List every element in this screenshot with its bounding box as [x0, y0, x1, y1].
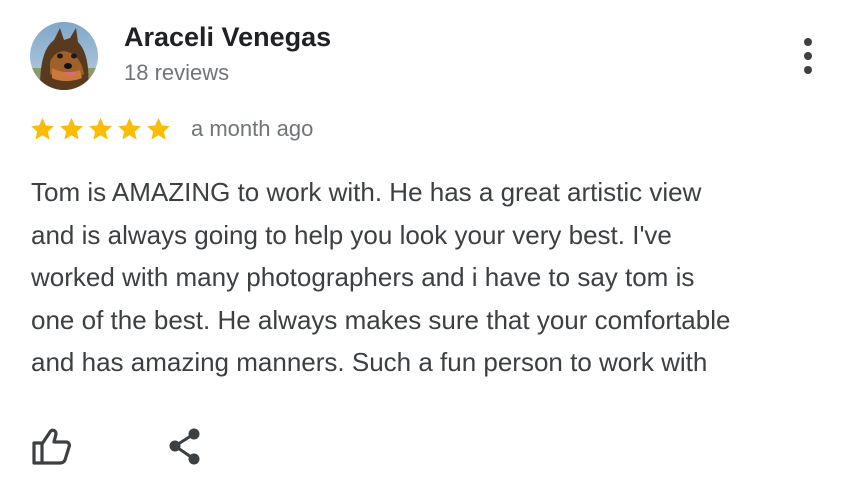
star-rating	[28, 115, 173, 143]
reviewer-name[interactable]: Araceli Venegas	[124, 22, 331, 53]
share-button[interactable]	[164, 424, 208, 468]
share-icon	[169, 428, 200, 465]
review-text-line: Tom is AMAZING to work with. He has a gr…	[31, 177, 702, 207]
review-text-line: worked with many photographers and i hav…	[31, 262, 695, 292]
star-icon	[31, 117, 54, 140]
review-time: a month ago	[191, 116, 314, 141]
star-icon	[60, 117, 83, 140]
more-vert-icon-dot	[804, 52, 812, 60]
dog-photo-avatar-icon	[30, 22, 98, 90]
review-text-line: and has amazing manners. Such a fun pers…	[31, 347, 708, 377]
rating-row: a month ago	[28, 114, 313, 144]
star-icon	[147, 117, 170, 140]
like-button[interactable]	[28, 424, 74, 468]
review-count: 18 reviews	[124, 60, 230, 85]
review-card: Araceli Venegas 18 reviews a month ago T…	[0, 0, 849, 495]
avatar[interactable]	[30, 22, 98, 90]
more-vert-icon	[804, 38, 812, 46]
more-vert-icon-dot	[804, 66, 812, 74]
star-icon	[89, 117, 112, 140]
review-text-line: and is always going to help you look you…	[31, 219, 672, 250]
star-icon	[118, 117, 141, 140]
more-options-button[interactable]	[790, 34, 826, 78]
thumbs-up-icon	[32, 428, 71, 465]
review-text: Tom is AMAZING to work with. He has a gr…	[31, 171, 836, 384]
review-text-line: one of the best. He always makes sure th…	[31, 304, 731, 335]
